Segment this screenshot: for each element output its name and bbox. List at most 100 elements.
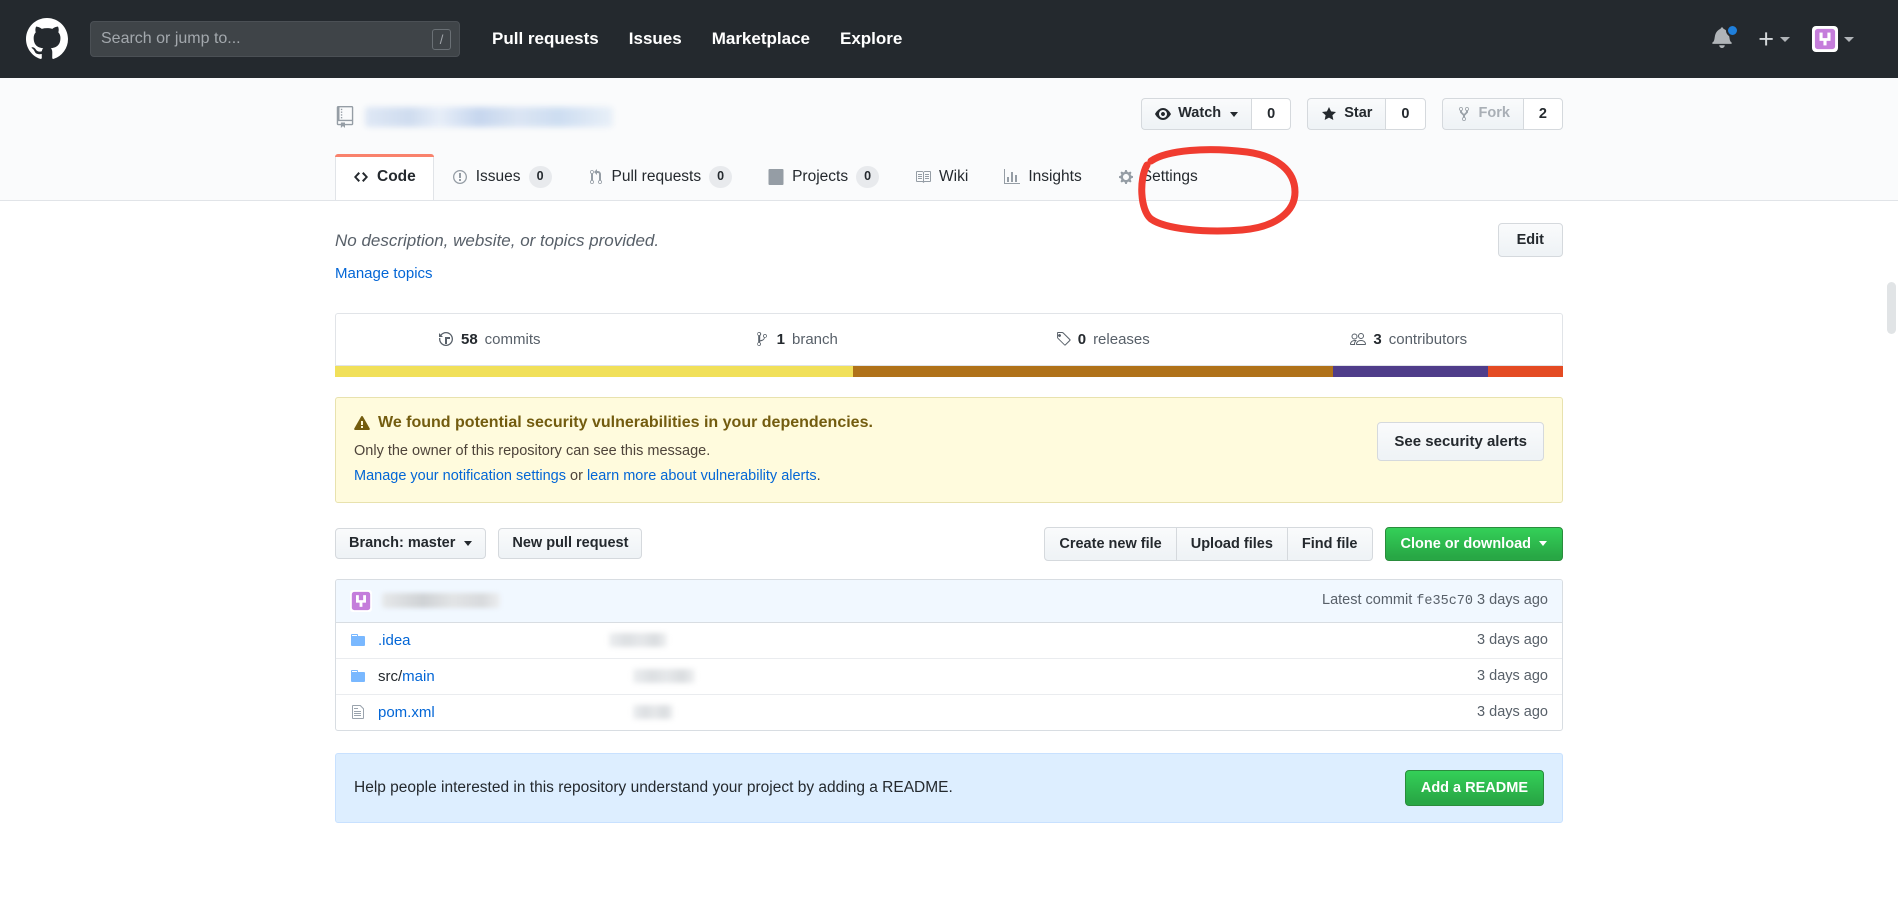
- tab-projects-count: 0: [856, 166, 880, 188]
- repository-tab-nav: Code Issues 0 Pull requests 0 Projects 0…: [335, 154, 1563, 200]
- star-label: Star: [1344, 105, 1373, 122]
- repository-actions: Watch 0 Star 0 Fork 2: [1141, 98, 1563, 130]
- table-row[interactable]: pom.xml 3 days ago: [336, 695, 1562, 730]
- stat-commits-label: commits: [484, 330, 541, 348]
- file-name-link[interactable]: src/main: [378, 668, 435, 685]
- find-file-button[interactable]: Find file: [1287, 526, 1373, 561]
- graph-icon: [1004, 168, 1021, 185]
- file-time: 3 days ago: [1477, 704, 1548, 720]
- project-icon: [768, 168, 784, 185]
- branch-selector-button[interactable]: Branch: master: [335, 527, 487, 560]
- fork-button[interactable]: Fork: [1441, 98, 1523, 130]
- nav-pull-requests[interactable]: Pull requests: [492, 29, 599, 49]
- repository-header: Watch 0 Star 0 Fork 2 Code Issues 0 Pull…: [0, 78, 1898, 201]
- tab-projects[interactable]: Projects 0: [750, 154, 897, 200]
- search-shortcut-key: /: [432, 29, 451, 50]
- create-new-file-button[interactable]: Create new file: [1044, 526, 1177, 561]
- commit-message-cell: [435, 705, 1477, 719]
- code-icon: [353, 169, 369, 185]
- commit-author-avatar-icon[interactable]: [350, 589, 372, 612]
- notifications-button[interactable]: [1712, 24, 1740, 52]
- page-scrollbar-thumb[interactable]: [1887, 282, 1896, 334]
- chevron-down-icon: [1539, 541, 1547, 546]
- watch-button[interactable]: Watch: [1141, 98, 1252, 130]
- edit-button[interactable]: Edit: [1497, 222, 1563, 257]
- notification-unread-dot: [1726, 24, 1740, 37]
- file-directory-icon: [350, 668, 368, 684]
- github-mark-icon[interactable]: [26, 18, 68, 60]
- latest-commit-sha[interactable]: fe35c70: [1416, 594, 1473, 609]
- user-avatar-icon: [1812, 26, 1838, 52]
- clone-or-download-button[interactable]: Clone or download: [1384, 526, 1563, 561]
- search-placeholder: Search or jump to...: [101, 30, 241, 47]
- commit-message-redacted: [608, 633, 667, 647]
- watch-button-group: Watch 0: [1141, 98, 1292, 130]
- stat-commits[interactable]: 58 commits: [336, 314, 643, 365]
- latest-commit-meta: Latest commit fe35c70 3 days ago: [1322, 592, 1548, 609]
- tab-pull-requests-count: 0: [709, 166, 733, 188]
- stat-branches[interactable]: 1 branch: [643, 314, 950, 365]
- repository-name-redacted[interactable]: [365, 107, 613, 127]
- security-alert-subtitle: Only the owner of this repository can se…: [354, 442, 711, 459]
- chevron-down-icon: [464, 541, 473, 546]
- star-count[interactable]: 0: [1385, 98, 1426, 130]
- latest-commit-time: 3 days ago: [1477, 592, 1548, 608]
- tab-insights[interactable]: Insights: [986, 154, 1099, 200]
- tab-pull-requests[interactable]: Pull requests 0: [570, 154, 751, 200]
- language-bar: [335, 365, 1563, 377]
- fork-count[interactable]: 2: [1522, 98, 1563, 130]
- security-alert-period: .: [816, 467, 821, 484]
- fork-button-group: Fork 2: [1441, 98, 1563, 130]
- tab-pull-requests-label: Pull requests: [611, 167, 702, 185]
- latest-commit-bar: Latest commit fe35c70 3 days ago: [336, 579, 1562, 623]
- tab-code[interactable]: Code: [335, 154, 434, 200]
- stat-contributors-label: contributors: [1388, 330, 1468, 348]
- tab-issues-label: Issues: [475, 167, 521, 185]
- learn-more-vulnerability-link[interactable]: learn more about vulnerability alerts: [587, 468, 817, 484]
- latest-commit-prefix: Latest commit: [1322, 592, 1413, 608]
- global-nav: Pull requests Issues Marketplace Explore: [492, 29, 932, 49]
- security-alert-title-row: We found potential security vulnerabilit…: [354, 414, 1544, 432]
- watch-count[interactable]: 0: [1251, 98, 1292, 130]
- add-readme-button[interactable]: Add a README: [1404, 769, 1544, 806]
- table-row[interactable]: src/main 3 days ago: [336, 659, 1562, 695]
- git-branch-icon: [754, 331, 770, 347]
- table-row[interactable]: .idea 3 days ago: [336, 623, 1562, 659]
- stat-releases[interactable]: 0 releases: [949, 314, 1256, 365]
- nav-issues[interactable]: Issues: [629, 29, 682, 49]
- repository-main-content: No description, website, or topics provi…: [335, 201, 1563, 823]
- manage-topics-link[interactable]: Manage topics: [335, 265, 433, 282]
- file-path-prefix: src/: [378, 667, 403, 685]
- nav-marketplace[interactable]: Marketplace: [712, 29, 810, 49]
- create-new-button[interactable]: +: [1758, 26, 1790, 53]
- tab-issues-count: 0: [528, 166, 552, 188]
- tab-issues[interactable]: Issues 0: [434, 154, 570, 200]
- commit-author-name-redacted[interactable]: [382, 593, 500, 608]
- issue-opened-icon: [452, 169, 468, 185]
- repository-icon: [335, 106, 355, 128]
- history-icon: [438, 331, 454, 347]
- star-button[interactable]: Star: [1307, 98, 1386, 130]
- nav-explore[interactable]: Explore: [840, 29, 902, 49]
- stat-contributors-value: 3: [1373, 330, 1382, 348]
- chevron-down-icon: [1844, 36, 1854, 42]
- tab-insights-label: Insights: [1028, 167, 1082, 185]
- file-name-link[interactable]: .idea: [378, 632, 411, 649]
- language-segment: [853, 365, 1334, 377]
- stat-branches-label: branch: [791, 330, 838, 348]
- upload-files-button[interactable]: Upload files: [1176, 526, 1288, 561]
- tab-wiki-label: Wiki: [939, 167, 969, 185]
- people-icon: [1350, 331, 1367, 347]
- see-security-alerts-button[interactable]: See security alerts: [1377, 421, 1544, 461]
- repository-description: No description, website, or topics provi…: [335, 230, 660, 250]
- new-pull-request-button[interactable]: New pull request: [498, 527, 643, 560]
- file-time: 3 days ago: [1477, 668, 1548, 684]
- tab-settings[interactable]: Settings: [1100, 154, 1216, 200]
- user-menu-button[interactable]: [1812, 26, 1854, 52]
- security-alert-title: We found potential security vulnerabilit…: [378, 413, 873, 431]
- tab-wiki[interactable]: Wiki: [897, 154, 986, 200]
- file-name-link[interactable]: pom.xml: [378, 704, 435, 721]
- stat-contributors[interactable]: 3 contributors: [1256, 314, 1563, 365]
- manage-notification-settings-link[interactable]: Manage your notification settings: [354, 468, 566, 484]
- search-input[interactable]: Search or jump to... /: [90, 21, 460, 57]
